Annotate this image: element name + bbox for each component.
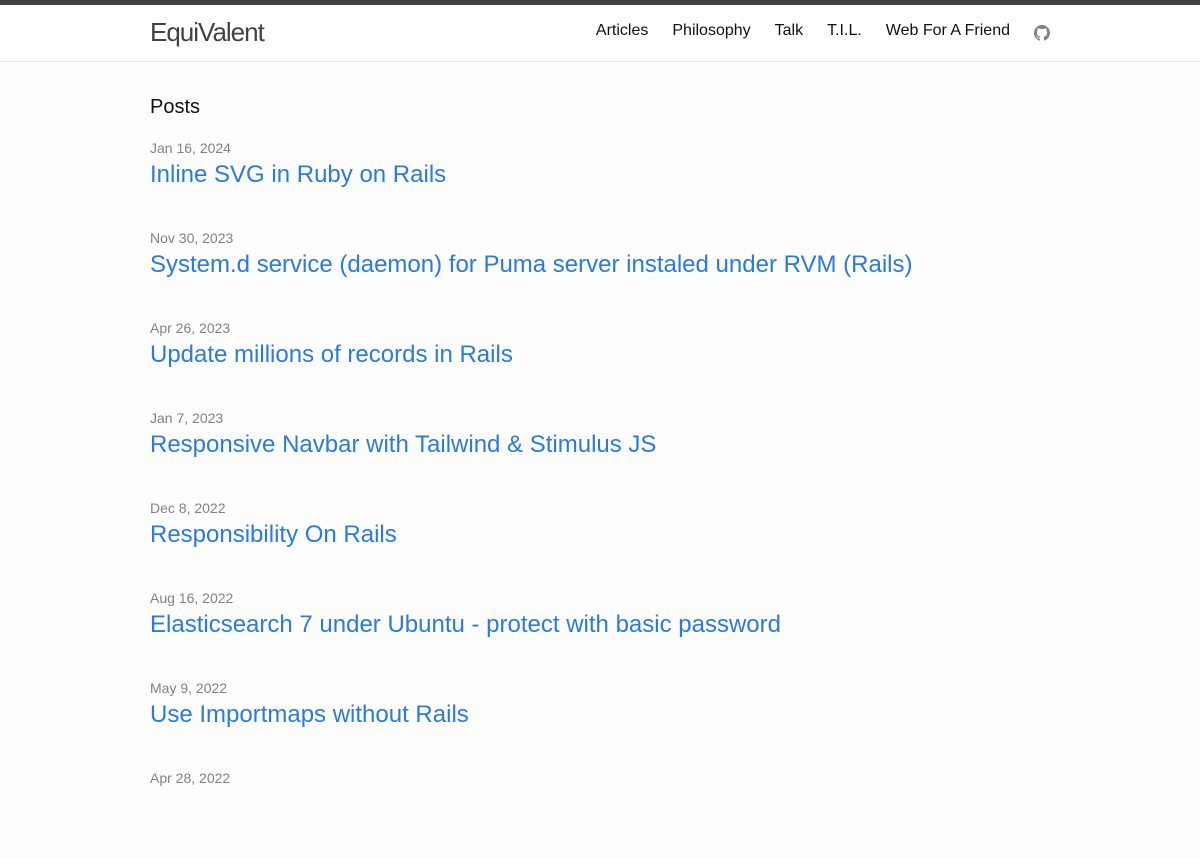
post-item: Jan 16, 2024 Inline SVG in Ruby on Rails [150, 139, 1050, 229]
github-icon [1034, 25, 1050, 41]
post-list-heading: Posts [150, 96, 201, 118]
post-title-link[interactable]: Elasticsearch 7 under Ubuntu - protect w… [150, 611, 1050, 639]
post-item: Jan 7, 2023 Responsive Navbar with Tailw… [150, 409, 1050, 499]
post-item: Apr 28, 2022 [150, 769, 1050, 859]
post-date: May 9, 2022 [150, 680, 228, 696]
post-date: Nov 30, 2023 [150, 230, 234, 246]
post-date: Jan 16, 2024 [150, 140, 231, 156]
nav-link-talk[interactable]: Talk [775, 22, 803, 40]
site-title-link[interactable]: EquiValent [150, 19, 265, 45]
page-content: Posts Jan 16, 2024 Inline SVG in Ruby on… [150, 62, 1050, 859]
post-date: Apr 26, 2023 [150, 320, 231, 336]
post-item: Nov 30, 2023 System.d service (daemon) f… [150, 229, 1050, 319]
post-item: May 9, 2022 Use Importmaps without Rails [150, 679, 1050, 769]
nav-link-philosophy[interactable]: Philosophy [672, 22, 750, 40]
post-title-link[interactable]: Responsibility On Rails [150, 521, 1050, 549]
site-header: EquiValent Articles Philosophy Talk T.I.… [0, 5, 1200, 62]
github-link[interactable] [1034, 25, 1050, 41]
nav-link-til[interactable]: T.I.L. [827, 22, 862, 40]
post-date: Jan 7, 2023 [150, 410, 224, 426]
post-title-link[interactable]: Use Importmaps without Rails [150, 701, 1050, 729]
post-item: Aug 16, 2022 Elasticsearch 7 under Ubunt… [150, 589, 1050, 679]
post-list: Jan 16, 2024 Inline SVG in Ruby on Rails… [150, 139, 1050, 859]
post-date: Apr 28, 2022 [150, 770, 231, 786]
post-title-link[interactable]: Update millions of records in Rails [150, 341, 1050, 369]
post-date: Aug 16, 2022 [150, 590, 234, 606]
post-date: Dec 8, 2022 [150, 500, 226, 516]
post-title-link[interactable]: Responsive Navbar with Tailwind & Stimul… [150, 431, 1050, 459]
site-nav: Articles Philosophy Talk T.I.L. Web For … [596, 21, 1050, 41]
post-item: Dec 8, 2022 Responsibility On Rails [150, 499, 1050, 589]
post-title-link[interactable]: System.d service (daemon) for Puma serve… [150, 251, 1050, 279]
nav-link-web-for-a-friend[interactable]: Web For A Friend [886, 22, 1010, 40]
post-item: Apr 26, 2023 Update millions of records … [150, 319, 1050, 409]
nav-link-articles[interactable]: Articles [596, 22, 648, 40]
post-title-link[interactable]: Inline SVG in Ruby on Rails [150, 161, 1050, 189]
header-inner: EquiValent Articles Philosophy Talk T.I.… [150, 5, 1050, 61]
